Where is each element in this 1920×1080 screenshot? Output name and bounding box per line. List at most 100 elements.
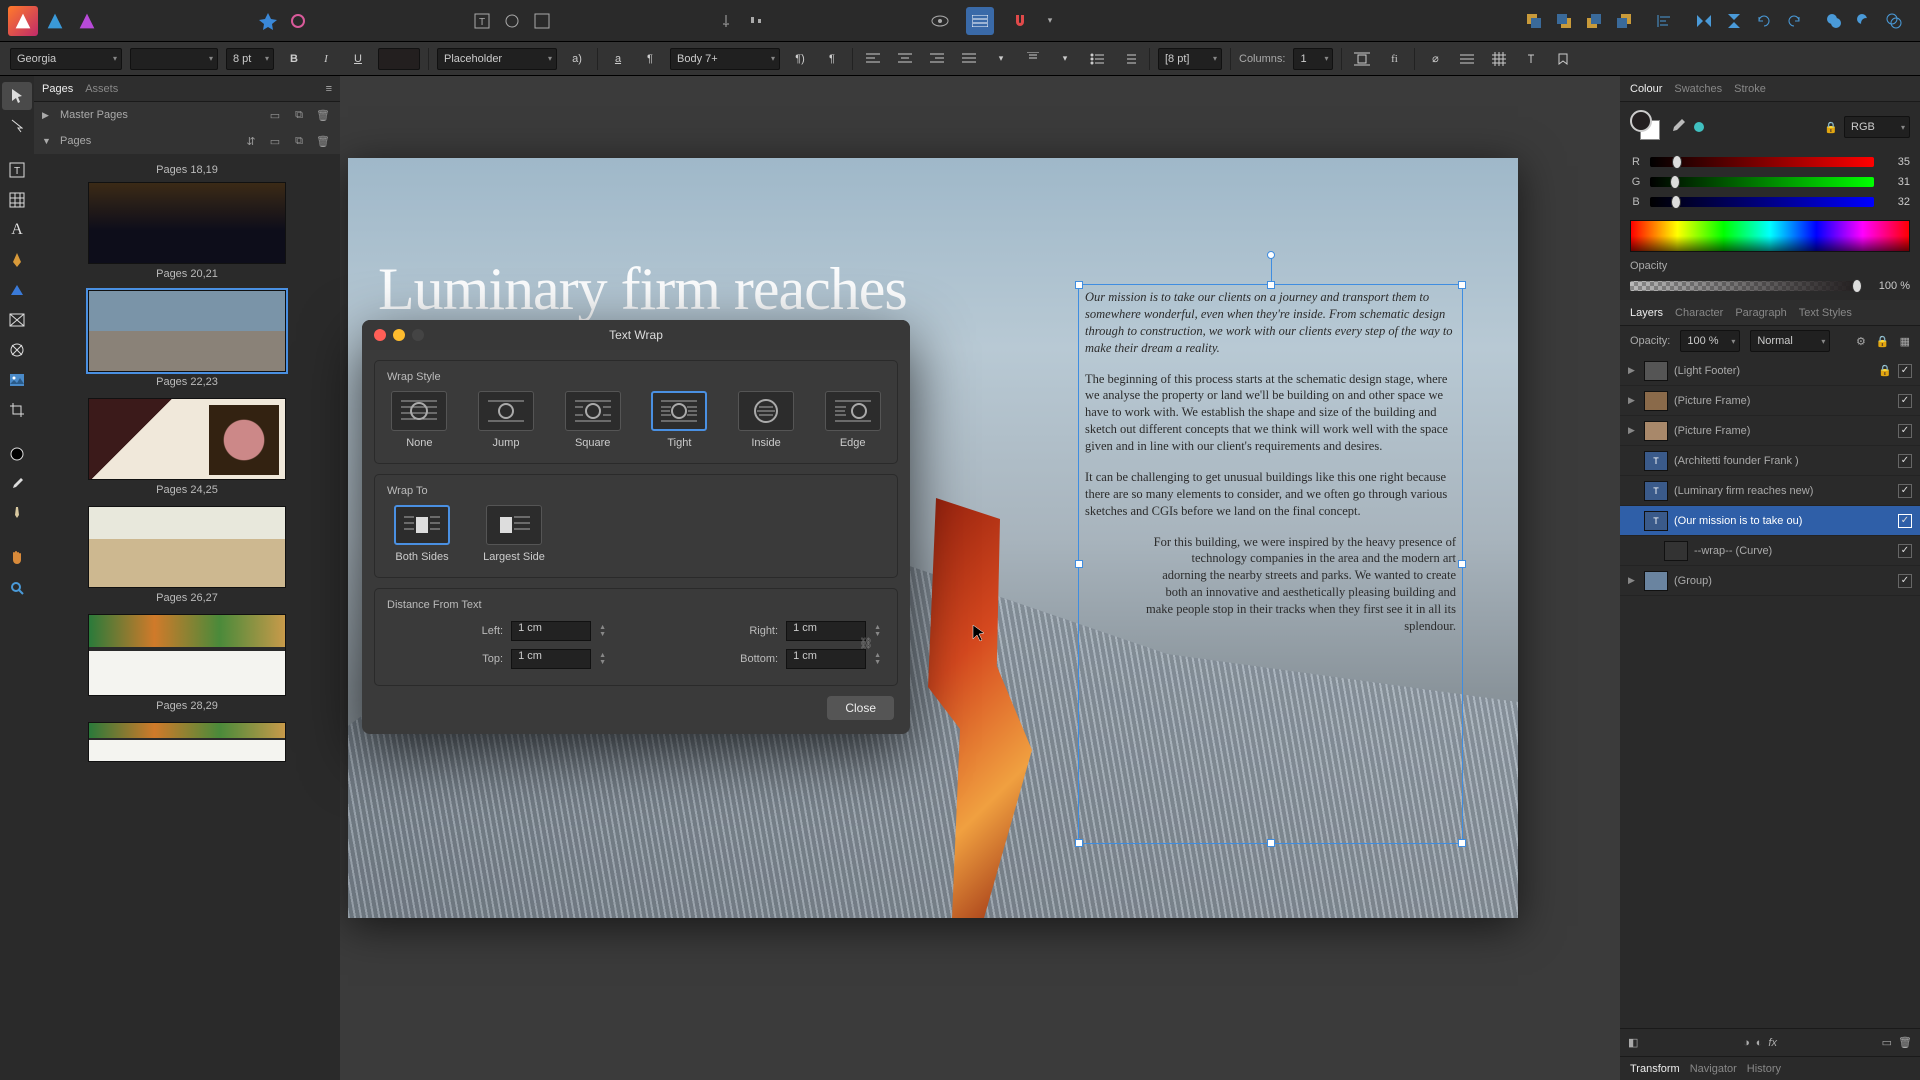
blend-ranges-icon[interactable]: ◧ [1628,1036,1638,1049]
tab-swatches[interactable]: Swatches [1674,83,1722,95]
bool-add-icon[interactable] [1820,7,1848,35]
visibility-check[interactable]: ✓ [1898,484,1912,498]
wrap-style-jump[interactable] [478,391,534,431]
dist-bottom-field[interactable]: 1 cm [786,649,866,669]
no-style-icon[interactable]: a [606,47,630,71]
align-more-icon[interactable]: ▾ [989,47,1013,71]
delete-layer-icon[interactable]: 🗑 [1898,1036,1912,1049]
visibility-check[interactable]: ✓ [1898,544,1912,558]
opacity-slider[interactable] [1630,281,1858,291]
font-size-field[interactable]: 8 pt [226,48,274,70]
handle-ml[interactable] [1075,560,1083,568]
font-family-dropdown[interactable]: Georgia [10,48,122,70]
handle-tr[interactable] [1458,281,1466,289]
lock-layer-icon[interactable]: 🔒 [1876,335,1890,348]
move-tool[interactable] [2,82,32,110]
g-value[interactable]: 31 [1882,176,1910,188]
frame-text-tool[interactable]: T [2,156,32,184]
pin-icon[interactable] [712,7,740,35]
lock-icon[interactable]: 🔒 [1878,364,1892,377]
stepper-icon[interactable]: ▲▼ [874,652,881,666]
baseline-grid-icon[interactable] [1455,47,1479,71]
text-frame-icon[interactable]: T [468,7,496,35]
page-thumb-20-21[interactable] [88,182,286,264]
split-vert-icon[interactable] [966,7,994,35]
photo-persona-icon[interactable] [40,6,70,36]
handle-mt[interactable] [1267,281,1275,289]
tab-history[interactable]: History [1747,1063,1781,1075]
align-justify-btn[interactable] [957,47,981,71]
underline-button[interactable]: U [346,47,370,71]
move-front-icon[interactable] [1610,7,1638,35]
lock-icon[interactable]: 🔒 [1824,121,1838,134]
link-values-icon[interactable]: ⛓ [859,637,873,650]
selected-text-frame[interactable]: Our mission is to take our clients on a … [1078,284,1463,844]
b-value[interactable]: 32 [1882,196,1910,208]
chevron-down-icon[interactable]: ▾ [1036,7,1064,35]
hue-spectrum[interactable] [1630,220,1910,252]
panel-menu-icon[interactable]: ≡ [326,83,332,95]
tab-stroke[interactable]: Stroke [1734,83,1766,95]
del-page-icon[interactable]: 🗑 [314,133,332,149]
char-style-dropdown[interactable]: Placeholder [437,48,557,70]
font-weight-dropdown[interactable] [130,48,218,70]
picture-frame-tool[interactable] [2,306,32,334]
visibility-check[interactable]: ✓ [1898,364,1912,378]
layer-row[interactable]: ▶(Group)✓ [1620,566,1920,596]
del-master-icon[interactable]: 🗑 [314,107,332,123]
show-baseline-icon[interactable] [1487,47,1511,71]
leading-field[interactable]: [8 pt] [1158,48,1222,70]
frame-body-text[interactable]: Our mission is to take our clients on a … [1079,285,1462,653]
bold-button[interactable]: B [282,47,306,71]
layers-list[interactable]: ▶(Light Footer)🔒✓ ▶(Picture Frame)✓ ▶(Pi… [1620,356,1920,1028]
handle-mr[interactable] [1458,560,1466,568]
valign-top-btn[interactable] [1021,47,1045,71]
dist-right-field[interactable]: 1 cm [786,621,866,641]
pen-tool[interactable] [2,246,32,274]
ellipse-frame-icon[interactable] [498,7,526,35]
mask-icon[interactable]: ◑ [1743,1037,1750,1049]
add-master-icon[interactable]: ▭ [266,107,284,123]
wrap-style-edge[interactable] [825,391,881,431]
fill-stroke-selector[interactable] [1630,110,1664,144]
designer-persona-icon[interactable] [8,6,38,36]
fx-icon[interactable]: fx [1768,1037,1777,1049]
dup-page-icon[interactable]: ⧉ [290,133,308,149]
layer-row[interactable]: --wrap-- (Curve)✓ [1620,536,1920,566]
bool-sub-icon[interactable] [1850,7,1878,35]
wrap-to-both[interactable] [394,505,450,545]
tab-navigator[interactable]: Navigator [1690,1063,1737,1075]
gear-icon[interactable]: ⚙ [1856,335,1866,348]
layer-opacity-field[interactable]: 100 % [1680,330,1740,352]
numbered-btn[interactable] [1117,47,1141,71]
flip-v-icon[interactable] [1720,7,1748,35]
stepper-icon[interactable]: ▲▼ [874,624,881,638]
add-layer-icon[interactable]: ▭ [1882,1036,1892,1049]
close-button[interactable]: Close [827,696,894,720]
para-style-add-icon[interactable]: ¶) [788,47,812,71]
show-special-icon[interactable]: ⌀ [1423,47,1447,71]
text-wrap-icon[interactable] [1350,47,1374,71]
r-slider[interactable] [1650,157,1874,167]
bullets-btn[interactable] [1085,47,1109,71]
resource-manager-icon[interactable] [284,7,312,35]
tab-text-styles[interactable]: Text Styles [1799,307,1852,319]
preflight-icon[interactable] [254,7,282,35]
visibility-check[interactable]: ✓ [1898,454,1912,468]
wrap-style-none[interactable] [391,391,447,431]
colour-model-dropdown[interactable]: RGB [1844,116,1910,138]
paragraph-mark-icon[interactable]: ¶ [638,47,662,71]
g-slider[interactable] [1650,177,1874,187]
flip-h-icon[interactable] [1690,7,1718,35]
move-forward-icon[interactable] [1580,7,1608,35]
r-value[interactable]: 35 [1882,156,1910,168]
align-left-btn[interactable] [861,47,885,71]
page-thumb-24-25[interactable] [88,398,286,480]
tab-pages[interactable]: Pages [42,83,73,95]
place-image-tool[interactable] [2,366,32,394]
last-used-colour[interactable] [1694,122,1704,132]
typography-panel-icon[interactable] [1519,47,1543,71]
eyedropper-tool[interactable] [2,470,32,498]
handle-br[interactable] [1458,839,1466,847]
node-tool[interactable] [2,112,32,140]
